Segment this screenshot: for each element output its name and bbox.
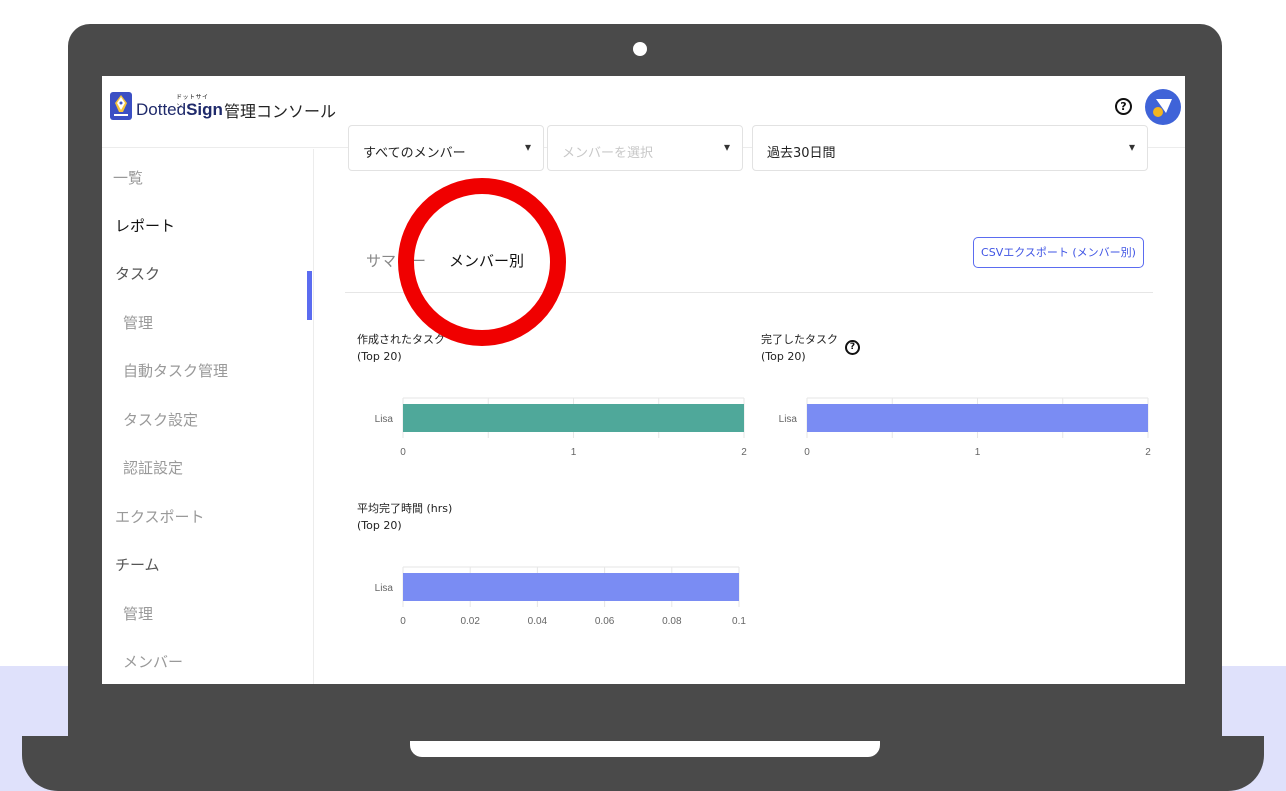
chevron-down-icon: ▾ xyxy=(1128,140,1135,154)
csv-export-button[interactable]: CSVエクスポート (メンバー別) xyxy=(973,237,1144,268)
bar xyxy=(403,573,739,601)
app-window: ドットサイン DottedSign 管理コンソール ? 一覧 レポート タスク … xyxy=(102,76,1185,684)
bar xyxy=(807,404,1148,432)
app-title: 管理コンソール xyxy=(224,102,337,121)
sidebar-item-team-management[interactable]: 管理 xyxy=(102,603,314,633)
tick-label: 0 xyxy=(400,447,406,458)
highlight-circle xyxy=(398,178,566,346)
logo-wordmark: DottedSign xyxy=(136,100,223,119)
category-label: Lisa xyxy=(779,414,798,425)
logo-icon xyxy=(110,92,132,120)
tick-label: 0.06 xyxy=(595,616,615,627)
tick-label: 1 xyxy=(975,447,981,458)
member-select[interactable]: メンバーを選択 ▾ xyxy=(547,125,743,171)
chart-created-tasks: Lisa 0 1 2 xyxy=(375,397,747,458)
sidebar-item-auto-task-management[interactable]: 自動タスク管理 xyxy=(102,360,314,390)
chart-avg-completion-time: Lisa 0 0.02 0.04 0.06 0.08 0.1 xyxy=(375,566,746,627)
tick-label: 1 xyxy=(571,447,577,458)
period-value: 過去30日間 xyxy=(767,146,836,161)
sidebar-item-task-settings[interactable]: タスク設定 xyxy=(102,409,314,439)
chart-title-completed: 完了したタスク (Top 20) xyxy=(761,333,838,363)
sidebar-item-overview[interactable]: 一覧 xyxy=(102,167,314,197)
tick-label: 2 xyxy=(741,447,747,458)
sidebar-item-task-management[interactable]: 管理 xyxy=(102,312,314,342)
avatar[interactable] xyxy=(1145,89,1181,125)
active-indicator xyxy=(307,271,312,320)
laptop-camera xyxy=(633,42,647,56)
help-icon[interactable]: ? xyxy=(845,340,860,355)
member-scope-value: すべてのメンバー xyxy=(363,146,466,161)
sidebar-item-auth-settings[interactable]: 認証設定 xyxy=(102,457,314,487)
tick-label: 0 xyxy=(400,616,406,627)
sidebar-item-team[interactable]: チーム xyxy=(102,554,314,584)
sidebar: 一覧 レポート タスク 管理 自動タスク管理 タスク設定 認証設定 エクスポート… xyxy=(102,149,314,684)
period-select[interactable]: 過去30日間 ▾ xyxy=(752,125,1148,171)
tick-label: 0.1 xyxy=(732,616,746,627)
chart-title-created: 作成されたタスク (Top 20) xyxy=(357,333,445,363)
sidebar-item-tasks[interactable]: タスク xyxy=(102,263,314,293)
sidebar-item-report[interactable]: レポート xyxy=(102,215,314,245)
tick-label: 0.08 xyxy=(662,616,682,627)
tick-label: 0 xyxy=(804,447,810,458)
tick-label: 0.04 xyxy=(528,616,548,627)
tick-label: 2 xyxy=(1145,447,1151,458)
sidebar-item-export[interactable]: エクスポート xyxy=(102,506,314,536)
member-select-placeholder: メンバーを選択 xyxy=(562,146,654,161)
category-label: Lisa xyxy=(375,414,394,425)
chart-title-avg-time: 平均完了時間 (hrs) (Top 20) xyxy=(357,502,453,532)
chevron-down-icon: ▾ xyxy=(524,140,531,154)
chart-completed-tasks: Lisa 0 1 2 xyxy=(779,397,1151,458)
tick-label: 0.02 xyxy=(460,616,480,627)
bar xyxy=(403,404,744,432)
dottedsign-logo[interactable]: ドットサイン DottedSign xyxy=(110,90,223,124)
member-scope-select[interactable]: すべてのメンバー ▾ xyxy=(348,125,544,171)
laptop-notch xyxy=(410,741,880,757)
category-label: Lisa xyxy=(375,583,394,594)
chevron-down-icon: ▾ xyxy=(723,140,730,154)
help-icon[interactable]: ? xyxy=(1115,98,1132,115)
sidebar-item-members[interactable]: メンバー xyxy=(102,651,314,681)
